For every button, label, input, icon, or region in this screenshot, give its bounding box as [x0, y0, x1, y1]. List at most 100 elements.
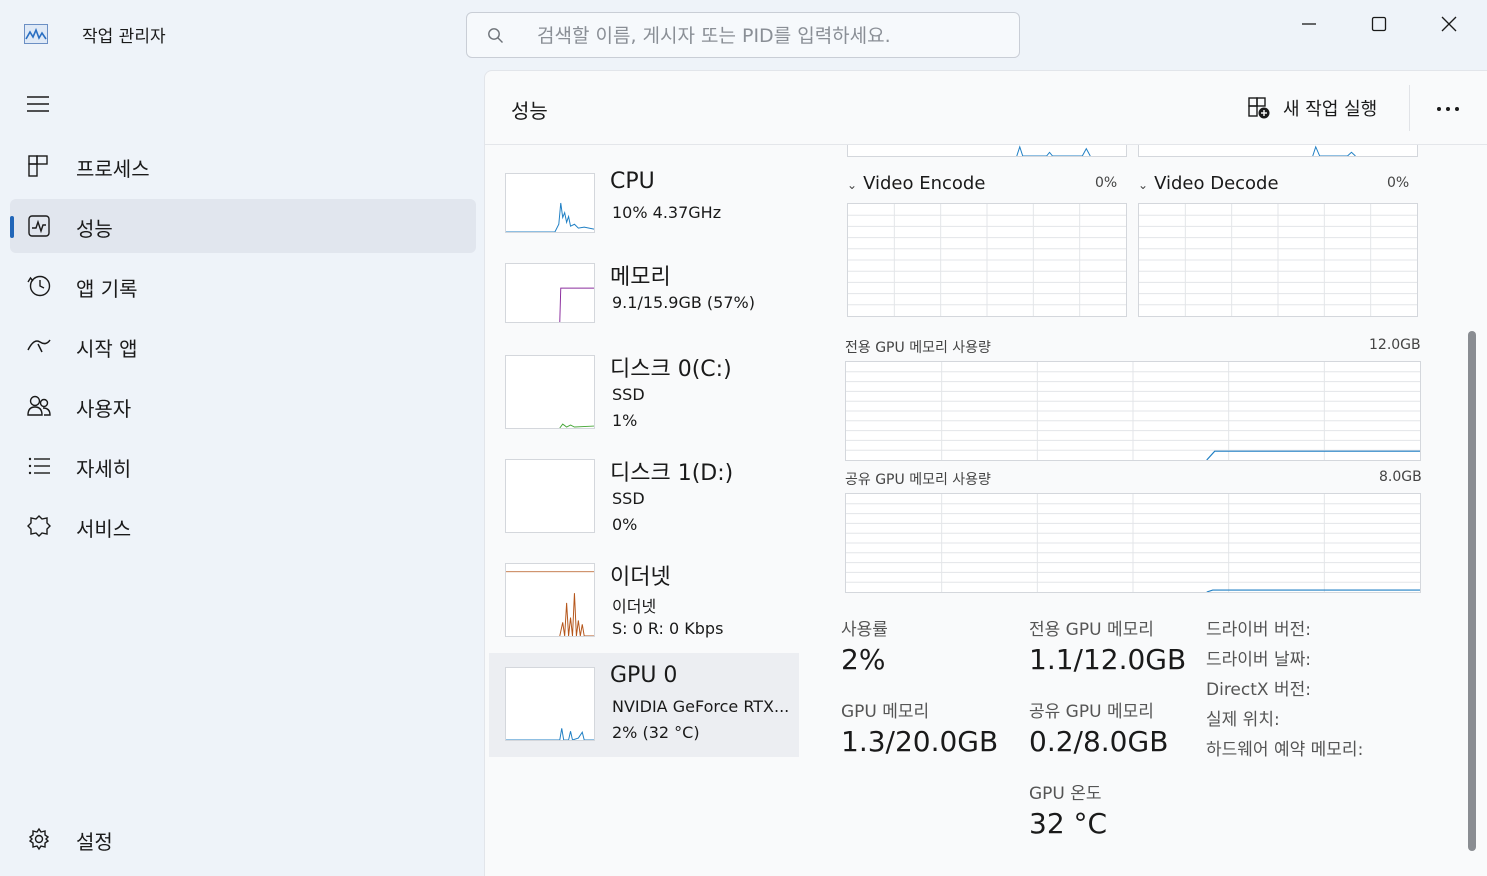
new-task-icon [1248, 97, 1270, 119]
nav-item-processes[interactable]: 프로세스 [10, 139, 476, 193]
scrollbar[interactable] [1466, 145, 1482, 876]
dedicated-mem-graph-label: 전용 GPU 메모리 사용량 [845, 340, 991, 356]
device-cpu[interactable]: CPU 10% 4.37GHz [489, 159, 799, 263]
close-button[interactable] [1414, 0, 1484, 48]
header-divider [1409, 85, 1410, 131]
details-icon [28, 457, 50, 475]
gpu-temperature-value: 32 °C [1029, 807, 1108, 840]
usage-label: 사용률 [841, 620, 888, 640]
device-gpu-0[interactable]: GPU 0 NVIDIA GeForce RTX... 2% (32 °C) [489, 653, 799, 757]
scrollbar-thumb[interactable] [1468, 331, 1476, 851]
device-detail: NVIDIA GeForce RTX... [612, 697, 790, 716]
device-disk-1[interactable]: 디스크 1(D:) SSD 0% [489, 445, 799, 549]
shared-memory-value: 0.2/8.0GB [1029, 725, 1169, 758]
chevron-down-icon: ⌄ [1138, 178, 1149, 192]
dedicated-memory-value: 1.1/12.0GB [1029, 643, 1187, 676]
gpu-memory-label: GPU 메모리 [841, 702, 930, 722]
device-disk-0[interactable]: 디스크 0(C:) SSD 1% [489, 341, 799, 445]
users-icon [27, 395, 51, 416]
video-decode-dropdown[interactable]: ⌄ Video Decode [1138, 173, 1279, 194]
nav-label: 설정 [76, 830, 113, 854]
task-manager-logo-icon [24, 24, 48, 44]
shared-mem-graph-max: 8.0GB [1379, 469, 1422, 485]
search-box[interactable] [466, 12, 1020, 58]
nav-item-users[interactable]: 사용자 [10, 379, 476, 433]
video-encode-dropdown[interactable]: ⌄ Video Encode [847, 173, 985, 194]
app-title: 작업 관리자 [82, 27, 166, 47]
search-icon [488, 28, 503, 43]
video-decode-value: 0% [1387, 175, 1410, 191]
shared-mem-graph [845, 493, 1421, 593]
startup-icon [27, 339, 51, 353]
device-list: CPU 10% 4.37GHz 메모리 9.1/15.9GB (57%) 디스크… [485, 145, 815, 876]
page-title: 성능 [511, 99, 548, 123]
processes-icon [28, 155, 48, 177]
device-ethernet[interactable]: 이더넷 이더넷 S: 0 R: 0 Kbps [489, 549, 799, 653]
gpu-temperature-label: GPU 온도 [1029, 784, 1102, 804]
performance-icon [28, 215, 50, 237]
services-icon [27, 515, 51, 537]
close-icon [1441, 16, 1457, 32]
run-new-task-label: 새 작업 실행 [1283, 99, 1378, 120]
nav-label: 자세히 [76, 457, 132, 481]
nav-item-performance[interactable]: 성능 [10, 199, 476, 253]
nav-item-startup-apps[interactable]: 시작 앱 [10, 319, 476, 373]
driver-version-label: 드라이버 버전: [1206, 620, 1311, 640]
nav-label: 앱 기록 [76, 277, 138, 301]
maximize-button[interactable] [1344, 0, 1414, 48]
device-name: CPU [610, 169, 655, 194]
device-detail: S: 0 R: 0 Kbps [612, 619, 724, 638]
history-icon [27, 275, 51, 297]
disk0-thumbnail [505, 355, 595, 429]
device-detail: SSD [612, 489, 645, 508]
nav-label: 사용자 [76, 397, 132, 421]
video-encode-value: 0% [1095, 175, 1118, 191]
nav-item-app-history[interactable]: 앱 기록 [10, 259, 476, 313]
hamburger-menu-icon[interactable] [26, 94, 50, 114]
ethernet-thumbnail [505, 563, 595, 637]
driver-date-label: 드라이버 날짜: [1206, 650, 1311, 670]
device-name: 메모리 [610, 265, 671, 290]
usage-value: 2% [841, 643, 886, 676]
video-decode-graph [1138, 203, 1418, 317]
nav-item-settings[interactable]: 설정 [10, 812, 476, 866]
main-panel: 성능 새 작업 실행 CPU 10% 4.37GHz 메모리 9.1/15.9G… [484, 70, 1487, 876]
dedicated-memory-label: 전용 GPU 메모리 [1029, 620, 1154, 640]
gpu-detail-panel: ⌄ Video Encode 0% ⌄ Video Decode 0% 전용 GPU… [835, 145, 1465, 876]
nav-item-details[interactable]: 자세히 [10, 439, 476, 493]
nav-label: 프로세스 [76, 157, 150, 181]
run-new-task-button[interactable]: 새 작업 실행 [1247, 93, 1377, 123]
device-memory[interactable]: 메모리 9.1/15.9GB (57%) [489, 249, 799, 353]
title-bar: 작업 관리자 [0, 0, 1487, 70]
device-detail: 9.1/15.9GB (57%) [612, 293, 755, 312]
device-name: 이더넷 [610, 565, 671, 590]
disk1-thumbnail [505, 459, 595, 533]
nav-item-services[interactable]: 서비스 [10, 499, 476, 553]
gpu-memory-value: 1.3/20.0GB [841, 725, 999, 758]
hardware-reserved-memory-label: 하드웨어 예약 메모리: [1206, 740, 1364, 760]
minimize-button[interactable] [1274, 0, 1344, 48]
engine-graph-partial [847, 145, 1127, 157]
device-detail: 2% (32 °C) [612, 723, 700, 742]
device-name: 디스크 0(C:) [610, 357, 732, 382]
maximize-icon [1371, 16, 1387, 32]
gear-icon [28, 827, 50, 851]
active-indicator [10, 216, 14, 238]
shared-memory-label: 공유 GPU 메모리 [1029, 702, 1154, 722]
cpu-thumbnail [505, 173, 595, 233]
device-detail: 0% [612, 515, 638, 534]
more-options-icon[interactable] [1435, 97, 1461, 121]
device-name: 디스크 1(D:) [610, 461, 734, 486]
search-input[interactable] [537, 21, 1007, 51]
chevron-down-icon: ⌄ [847, 178, 858, 192]
sidebar: 프로세스 성능 앱 기록 시작 앱 사용자 자세히 서비스 설정 [0, 70, 484, 876]
physical-location-label: 실제 위치: [1206, 710, 1280, 730]
minimize-icon [1302, 23, 1316, 25]
nav-label: 시작 앱 [76, 337, 138, 361]
video-encode-graph [847, 203, 1127, 317]
device-name: GPU 0 [610, 663, 678, 688]
main-header: 성능 새 작업 실행 [485, 71, 1487, 145]
nav-label: 성능 [76, 217, 113, 241]
gpu-thumbnail [505, 667, 595, 741]
device-detail: SSD [612, 385, 645, 404]
